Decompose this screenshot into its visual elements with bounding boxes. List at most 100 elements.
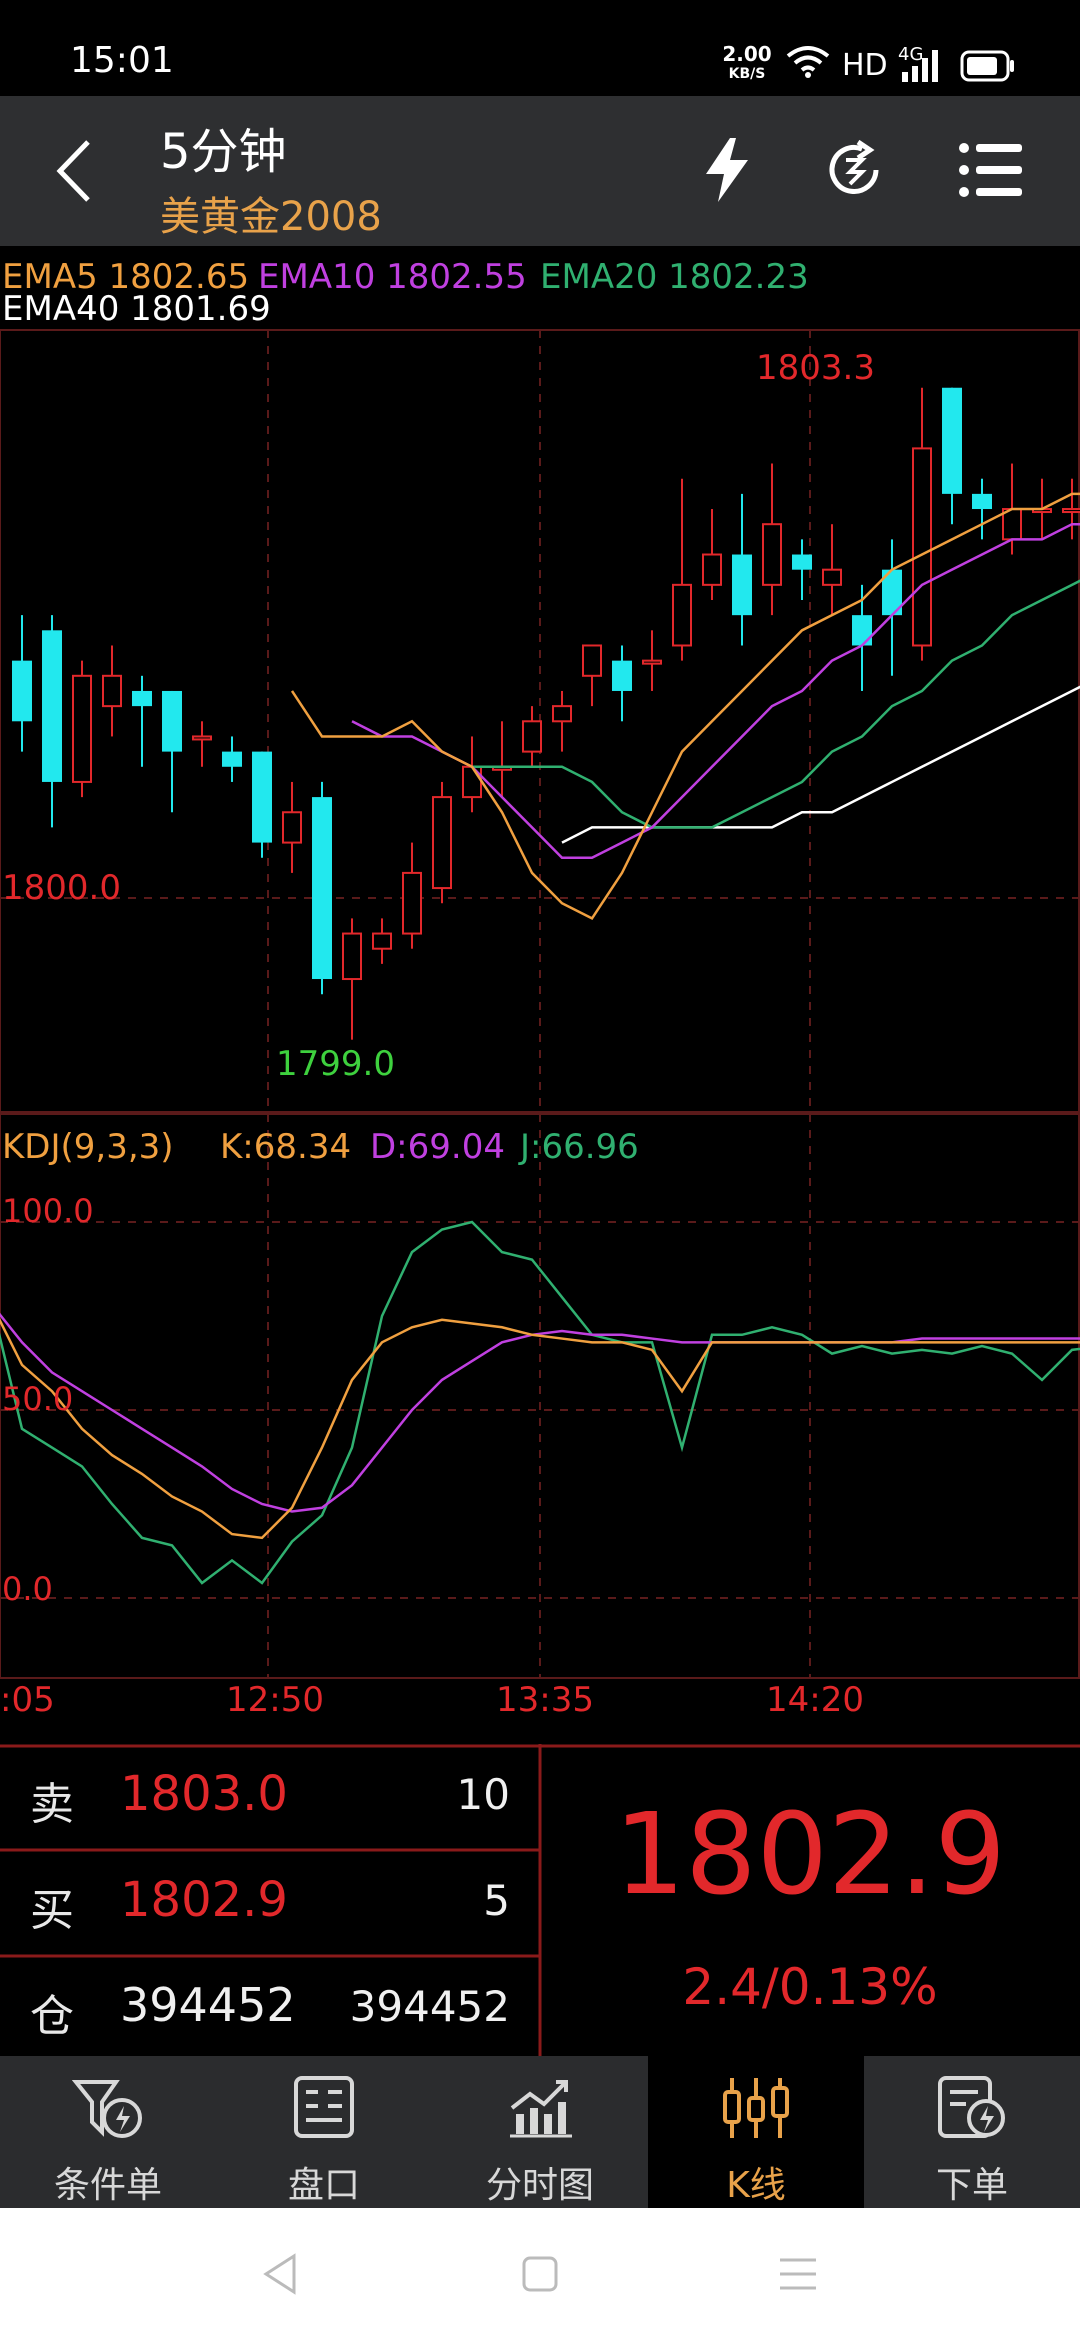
kdj-j-value: J:66.96 bbox=[520, 1127, 639, 1167]
time-tick-0: :05 bbox=[0, 1680, 55, 1720]
order-book-icon bbox=[294, 2076, 354, 2138]
nav-label: 条件单 bbox=[53, 2165, 162, 2206]
nav-label: 盘口 bbox=[287, 2165, 360, 2206]
place-order-icon bbox=[938, 2076, 1005, 2138]
nav-label: 下单 bbox=[935, 2165, 1008, 2206]
ema-lines-group bbox=[290, 492, 1080, 921]
kdj-tick-100: 100.0 bbox=[2, 1192, 94, 1230]
candle-body bbox=[912, 447, 932, 647]
page-title: 5分钟 bbox=[160, 124, 287, 180]
candle-body bbox=[462, 765, 482, 799]
candle-body bbox=[1062, 508, 1080, 514]
status-bar: 15:01 2.00 KB/S HD 4G bbox=[0, 0, 1080, 96]
price-change: 2.4/0.13% bbox=[682, 1958, 938, 2016]
ema40-label: EMA40 1801.69 bbox=[2, 289, 271, 329]
candle-body bbox=[852, 615, 872, 646]
nav-kline[interactable]: K线 bbox=[648, 2056, 864, 2208]
menu-list-icon[interactable] bbox=[958, 140, 1024, 200]
system-back-icon[interactable] bbox=[258, 2252, 302, 2296]
nav-order-book[interactable]: 盘口 bbox=[216, 2056, 432, 2208]
ema40-line bbox=[561, 685, 1080, 844]
bottom-nav: 条件单 盘口 分时图 K线 下单 bbox=[0, 2056, 1080, 2208]
candle-body bbox=[282, 811, 302, 844]
ema20-line bbox=[472, 579, 1080, 829]
candle-body bbox=[162, 690, 182, 752]
candle-body bbox=[702, 553, 722, 586]
candle-body bbox=[552, 705, 572, 723]
candle-body bbox=[672, 583, 692, 647]
system-menu-icon[interactable] bbox=[778, 2256, 818, 2292]
low-price-label: 1799.0 bbox=[276, 1044, 395, 1084]
time-tick-2: 13:35 bbox=[496, 1680, 594, 1720]
system-home-icon[interactable] bbox=[520, 2254, 560, 2294]
lightning-icon[interactable] bbox=[700, 136, 756, 204]
buy-qty: 5 bbox=[483, 1876, 510, 1925]
candle-body bbox=[312, 797, 332, 980]
candle-body bbox=[12, 660, 32, 722]
level-price-label: 1800.0 bbox=[2, 868, 121, 908]
net-speed: 2.00 KB/S bbox=[722, 44, 772, 84]
position-label: 仓 bbox=[30, 1991, 74, 2042]
app-header: 5分钟 美黄金2008 bbox=[0, 96, 1080, 246]
candle-body bbox=[132, 690, 152, 707]
candle-body bbox=[822, 568, 842, 586]
candle-body bbox=[42, 630, 62, 782]
candle-body bbox=[372, 932, 392, 950]
position-value-2: 394452 bbox=[349, 1982, 510, 2031]
candle-body bbox=[642, 659, 662, 665]
candle-body bbox=[792, 554, 812, 570]
buy-label: 买 bbox=[30, 1885, 74, 1936]
conditional-order-icon bbox=[72, 2080, 142, 2138]
instrument-name: 美黄金2008 bbox=[160, 194, 382, 240]
ema20-label: EMA20 1802.23 bbox=[540, 257, 809, 297]
nav-label: K线 bbox=[726, 2165, 786, 2206]
candle-body bbox=[762, 523, 782, 586]
candle-body bbox=[432, 796, 452, 890]
candle-body bbox=[72, 674, 92, 783]
net-speed-unit: KB/S bbox=[728, 66, 766, 82]
candle-body bbox=[102, 674, 122, 708]
candle-body bbox=[222, 751, 242, 767]
position-value: 394452 bbox=[120, 1978, 296, 2032]
buy-price[interactable]: 1802.9 bbox=[120, 1872, 288, 1928]
candle-body bbox=[192, 735, 212, 741]
time-tick-1: 12:50 bbox=[226, 1680, 324, 1720]
candle-body bbox=[582, 644, 602, 677]
candle-body bbox=[942, 387, 962, 494]
nav-label: 分时图 bbox=[485, 2165, 594, 2206]
status-time: 15:01 bbox=[70, 40, 174, 81]
candle-body bbox=[732, 554, 752, 616]
kdj-tick-50: 50.0 bbox=[2, 1380, 74, 1418]
candle-body bbox=[612, 660, 632, 691]
signal-icon bbox=[902, 50, 938, 82]
candle-body bbox=[252, 751, 272, 843]
candle-body bbox=[522, 720, 542, 753]
candle-body bbox=[972, 493, 992, 510]
nav-conditional-order[interactable]: 条件单 bbox=[0, 2056, 216, 2208]
back-arrow-icon[interactable] bbox=[48, 136, 98, 206]
high-price-label: 1803.3 bbox=[756, 348, 875, 388]
candle-body bbox=[342, 932, 362, 981]
kline-chart-svg[interactable] bbox=[0, 246, 1080, 1746]
hd-indicator: HD bbox=[842, 48, 888, 83]
nav-time-share[interactable]: 分时图 bbox=[432, 2056, 648, 2208]
nav-place-order[interactable]: 下单 bbox=[864, 2056, 1080, 2208]
kdj-tick-0: 0.0 bbox=[2, 1570, 53, 1608]
kline-chart-area[interactable] bbox=[0, 246, 1080, 1746]
battery-icon bbox=[960, 50, 1014, 82]
kdj-k-value: K:68.34 bbox=[220, 1127, 352, 1167]
sell-price[interactable]: 1803.0 bbox=[120, 1766, 288, 1822]
wifi-icon bbox=[786, 46, 830, 78]
candles-group bbox=[12, 387, 1080, 1040]
refresh-cycle-icon[interactable] bbox=[822, 138, 886, 202]
candle-body bbox=[402, 871, 422, 935]
kdj-d-value: D:69.04 bbox=[370, 1127, 505, 1167]
kdj-name: KDJ(9,3,3) bbox=[2, 1127, 174, 1167]
sell-label: 卖 bbox=[30, 1779, 74, 1830]
candlestick-icon bbox=[723, 2078, 789, 2138]
time-share-chart-icon bbox=[510, 2080, 572, 2138]
net-speed-value: 2.00 bbox=[722, 42, 772, 66]
time-tick-3: 14:20 bbox=[766, 1680, 864, 1720]
sell-qty: 10 bbox=[456, 1770, 510, 1819]
ema5-line bbox=[290, 492, 1080, 921]
